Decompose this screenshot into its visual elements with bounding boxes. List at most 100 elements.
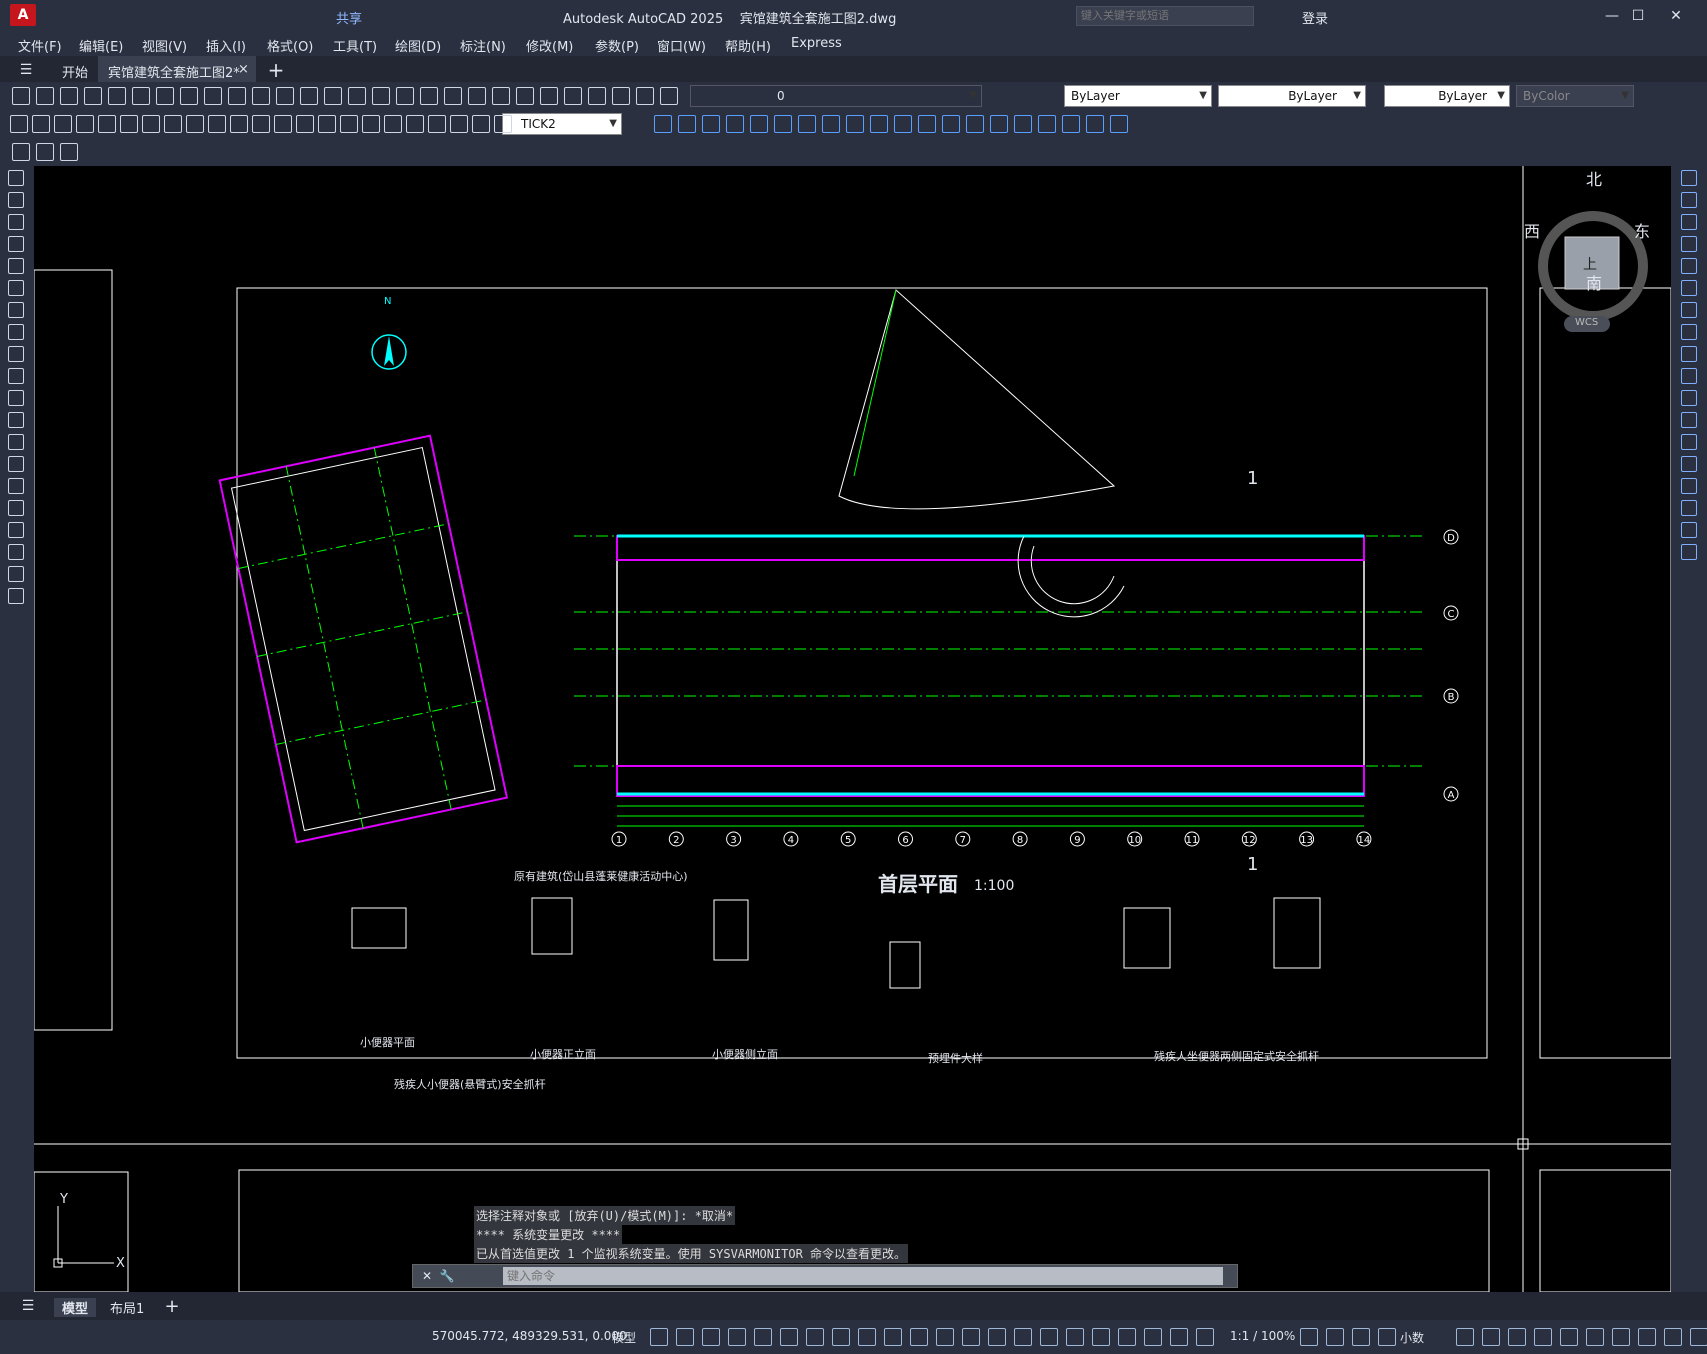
status-toggle-icon[interactable]	[1586, 1328, 1604, 1346]
dim-tool-icon[interactable]	[450, 115, 468, 133]
standard-tool-icon[interactable]	[612, 87, 630, 105]
modify-tool-icon[interactable]	[726, 115, 744, 133]
close-button[interactable]: ✕	[1664, 6, 1688, 26]
standard-tool-icon[interactable]	[12, 87, 30, 105]
draw-tool-icon[interactable]	[8, 478, 24, 494]
standard-tool-icon[interactable]	[108, 87, 126, 105]
customize-cmd-icon[interactable]: 🔧	[439, 1267, 455, 1285]
draw-tool-icon[interactable]	[8, 346, 24, 362]
status-toggle-icon[interactable]	[650, 1328, 668, 1346]
menu-file[interactable]: 文件(F)	[18, 36, 62, 55]
modify-tool-icon[interactable]	[942, 115, 960, 133]
dim-tool-icon[interactable]	[252, 115, 270, 133]
standard-tool-icon[interactable]	[468, 87, 486, 105]
status-toggle-icon[interactable]	[1196, 1328, 1214, 1346]
modify-tool-icon[interactable]	[1681, 302, 1697, 318]
login-button[interactable]: 登录	[1302, 8, 1328, 27]
draw-tool-icon[interactable]	[8, 192, 24, 208]
modify-tool-icon[interactable]	[1681, 346, 1697, 362]
drawing-canvas[interactable]: 1 2 3 4 5 6 7 8 9 10 11 12 13 14 D C B A N 首层平面 1:100 原有建…	[34, 166, 1671, 1292]
dim-tool-icon[interactable]	[10, 115, 28, 133]
status-toggle-icon[interactable]	[702, 1328, 720, 1346]
close-cmd-icon[interactable]: ✕	[419, 1267, 435, 1285]
menu-insert[interactable]: 插入(I)	[206, 36, 246, 55]
standard-tool-icon[interactable]	[300, 87, 318, 105]
units-select[interactable]: 小数	[1400, 1329, 1424, 1346]
app-menu-button[interactable]: A	[10, 4, 36, 26]
modify-tool-icon[interactable]	[774, 115, 792, 133]
standard-tool-icon[interactable]	[276, 87, 294, 105]
dimstyle-select[interactable]: TICK2 ▼	[502, 113, 622, 135]
menu-edit[interactable]: 编辑(E)	[79, 36, 123, 55]
standard-tool-icon[interactable]	[324, 87, 342, 105]
status-toggle-icon[interactable]	[1326, 1328, 1344, 1346]
dim-tool-icon[interactable]	[340, 115, 358, 133]
add-layout-button[interactable]: +	[162, 1296, 182, 1317]
dim-tool-icon[interactable]	[494, 115, 512, 133]
search-input[interactable]	[1076, 6, 1254, 26]
dim-tool-icon[interactable]	[32, 115, 50, 133]
modify-tool-icon[interactable]	[822, 115, 840, 133]
tab-start[interactable]: 开始	[62, 62, 88, 81]
modify-tool-icon[interactable]	[1681, 170, 1697, 186]
modify-tool-icon[interactable]	[1110, 115, 1128, 133]
status-toggle-icon[interactable]	[1638, 1328, 1656, 1346]
lineweight-select[interactable]: ByLayer ▼	[1384, 85, 1510, 107]
status-toggle-icon[interactable]	[728, 1328, 746, 1346]
status-toggle-icon[interactable]	[1482, 1328, 1500, 1346]
status-toggle-icon[interactable]	[1352, 1328, 1370, 1346]
dim-tool-icon[interactable]	[384, 115, 402, 133]
model-space-button[interactable]: 模型	[612, 1329, 636, 1346]
viewcube-west[interactable]: 西	[1524, 218, 1540, 242]
draw-tool-icon[interactable]	[8, 214, 24, 230]
status-toggle-icon[interactable]	[1534, 1328, 1552, 1346]
modify-tool-icon[interactable]	[1681, 192, 1697, 208]
draw-tool-icon[interactable]	[8, 544, 24, 560]
menu-parametric[interactable]: 参数(P)	[595, 36, 639, 55]
draw-tool-icon[interactable]	[8, 236, 24, 252]
status-toggle-icon[interactable]	[1560, 1328, 1578, 1346]
status-toggle-icon[interactable]	[1066, 1328, 1084, 1346]
dim-tool-icon[interactable]	[120, 115, 138, 133]
modify-tool-icon[interactable]	[1062, 115, 1080, 133]
modify-tool-icon[interactable]	[1681, 456, 1697, 472]
draw-tool-icon[interactable]	[8, 456, 24, 472]
standard-tool-icon[interactable]	[36, 87, 54, 105]
dim-tool-icon[interactable]	[406, 115, 424, 133]
standard-tool-icon[interactable]	[396, 87, 414, 105]
draw-tool-icon[interactable]	[8, 412, 24, 428]
status-toggle-icon[interactable]	[1092, 1328, 1110, 1346]
layout-menu-icon[interactable]: ☰	[16, 1296, 40, 1316]
standard-tool-icon[interactable]	[156, 87, 174, 105]
dim-tool-icon[interactable]	[164, 115, 182, 133]
status-toggle-icon[interactable]	[1456, 1328, 1474, 1346]
standard-tool-icon[interactable]	[660, 87, 678, 105]
status-toggle-icon[interactable]	[832, 1328, 850, 1346]
draw-tool-icon[interactable]	[8, 588, 24, 604]
status-toggle-icon[interactable]	[1612, 1328, 1630, 1346]
modify-tool-icon[interactable]	[1681, 324, 1697, 340]
modify-tool-icon[interactable]	[1681, 434, 1697, 450]
extra-tool-icon[interactable]	[12, 143, 30, 161]
menu-express[interactable]: Express	[791, 36, 842, 51]
draw-tool-icon[interactable]	[8, 368, 24, 384]
status-toggle-icon[interactable]	[1144, 1328, 1162, 1346]
modify-tool-icon[interactable]	[846, 115, 864, 133]
draw-tool-icon[interactable]	[8, 434, 24, 450]
status-toggle-icon[interactable]	[1690, 1328, 1707, 1346]
modify-tool-icon[interactable]	[678, 115, 696, 133]
dim-tool-icon[interactable]	[428, 115, 446, 133]
modify-tool-icon[interactable]	[1681, 368, 1697, 384]
status-toggle-icon[interactable]	[858, 1328, 876, 1346]
draw-tool-icon[interactable]	[8, 258, 24, 274]
modify-tool-icon[interactable]	[1038, 115, 1056, 133]
dim-tool-icon[interactable]	[142, 115, 160, 133]
modify-tool-icon[interactable]	[990, 115, 1008, 133]
modify-tool-icon[interactable]	[870, 115, 888, 133]
standard-tool-icon[interactable]	[420, 87, 438, 105]
status-toggle-icon[interactable]	[1378, 1328, 1396, 1346]
tab-model[interactable]: 模型	[54, 1298, 97, 1317]
status-toggle-icon[interactable]	[1664, 1328, 1682, 1346]
menu-tools[interactable]: 工具(T)	[333, 36, 377, 55]
status-toggle-icon[interactable]	[962, 1328, 980, 1346]
